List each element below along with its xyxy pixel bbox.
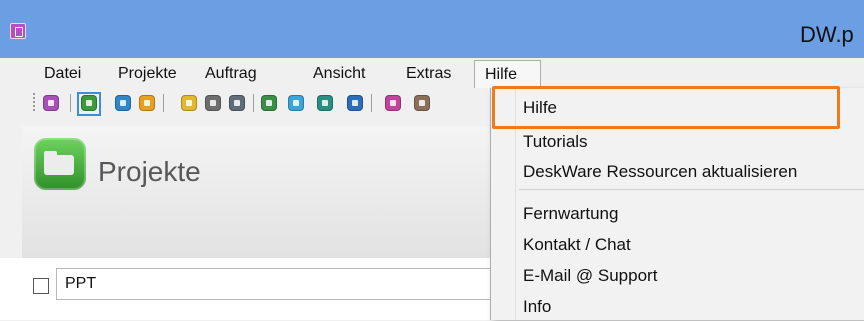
print-icon[interactable]: [205, 95, 221, 111]
menu-item-kontakt[interactable]: Kontakt / Chat: [491, 229, 864, 259]
document-icon[interactable]: [229, 95, 245, 111]
window-title: DW.p: [800, 22, 854, 47]
menu-ansicht[interactable]: Ansicht: [313, 65, 365, 83]
green-icon[interactable]: [261, 95, 277, 111]
toolbar-separator: [163, 94, 164, 112]
toolbar-separator: [253, 94, 254, 112]
menu-extras[interactable]: Extras: [406, 65, 451, 83]
teal-icon[interactable]: [317, 95, 333, 111]
pink-icon[interactable]: [385, 95, 401, 111]
home-icon[interactable]: [414, 95, 430, 111]
select-checkbox[interactable]: [33, 278, 49, 294]
refresh-icon[interactable]: [288, 95, 304, 111]
projects-header: Projekte: [22, 126, 502, 258]
projects-folder-icon: [34, 138, 86, 190]
page-title: Projekte: [98, 156, 201, 187]
title-bar: DW.p: [0, 0, 864, 58]
menu-hilfe-label: Hilfe: [485, 66, 518, 83]
toolbar-separator: [371, 94, 372, 112]
app-icon[interactable]: [10, 23, 26, 39]
menu-item-label: Info: [523, 297, 552, 316]
menu-item-fernwartung[interactable]: Fernwartung: [491, 198, 864, 228]
highlight-annotation: [492, 86, 840, 129]
folder-icon[interactable]: [181, 95, 197, 111]
projects-icon[interactable]: [81, 95, 97, 111]
gear-icon[interactable]: [139, 95, 155, 111]
menu-hilfe[interactable]: Hilfe: [474, 60, 541, 88]
purple-p-icon[interactable]: [43, 95, 59, 111]
menu-item-label: Fernwartung: [523, 204, 619, 223]
menu-item-label: Tutorials: [523, 132, 588, 151]
project-field[interactable]: PPT: [56, 268, 496, 300]
mail-icon[interactable]: [115, 95, 131, 111]
menu-item-label: E-Mail @ Support: [523, 266, 658, 285]
menu-auftrag[interactable]: Auftrag: [205, 65, 257, 83]
menu-item-tutorials[interactable]: Tutorials: [491, 132, 864, 156]
menu-projekte[interactable]: Projekte: [118, 65, 177, 83]
menu-item-email[interactable]: E-Mail @ Support: [491, 260, 864, 290]
toolbar-separator: [70, 94, 71, 112]
menu-datei[interactable]: Datei: [44, 65, 81, 83]
menu-separator: [519, 189, 864, 190]
lock-icon[interactable]: [347, 95, 363, 111]
menu-item-label: Kontakt / Chat: [523, 235, 631, 254]
menu-item-ressourcen[interactable]: DeskWare Ressourcen aktualisieren: [491, 156, 864, 186]
menu-item-info[interactable]: Info: [491, 291, 864, 321]
menu-item-label: DeskWare Ressourcen aktualisieren: [523, 162, 798, 181]
toolbar-grip[interactable]: [33, 93, 35, 111]
menu-bar: Datei Projekte Auftrag Ansicht Extras: [0, 58, 864, 88]
